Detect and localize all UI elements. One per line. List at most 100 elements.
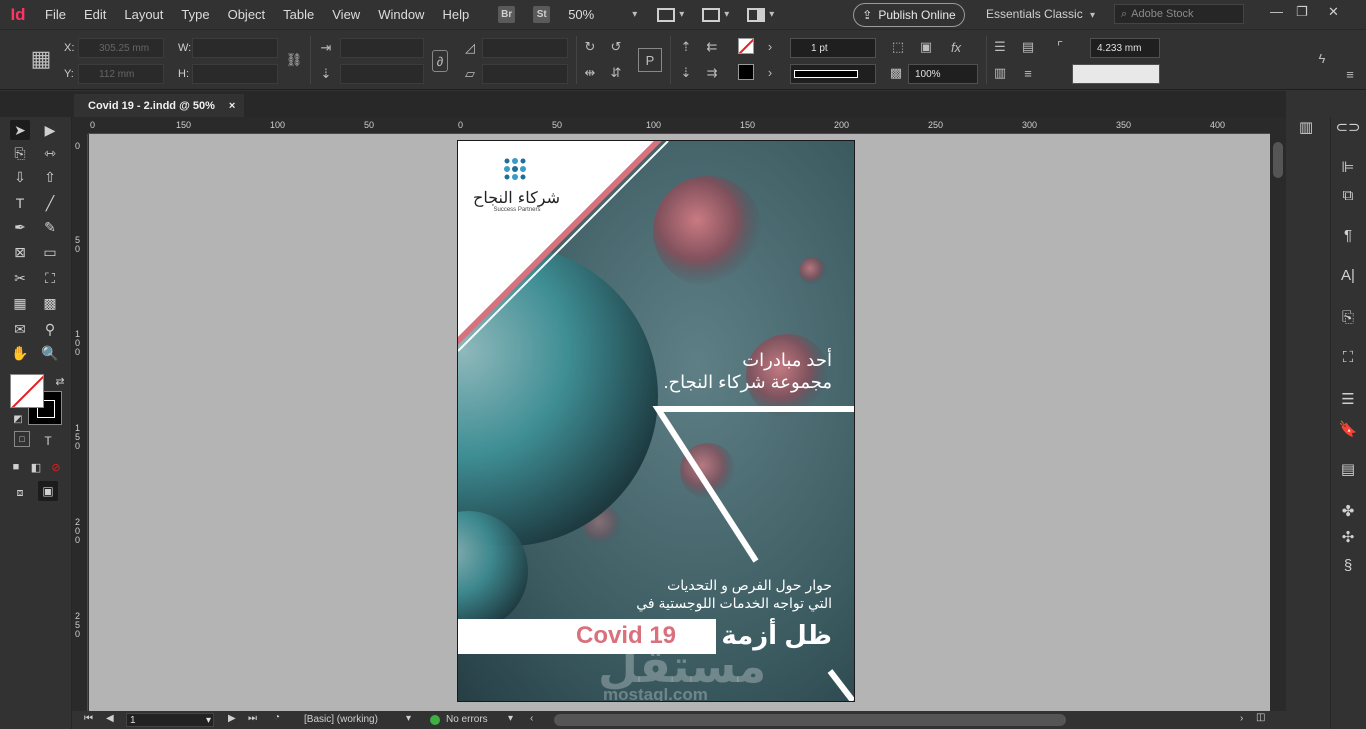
scale-y-icon[interactable]: ⇣ — [318, 66, 334, 82]
type-tool-icon[interactable]: T — [10, 193, 30, 213]
zoom-tool-icon[interactable]: 🔍 — [40, 343, 60, 363]
transform-icon[interactable]: ⛶ — [1338, 347, 1358, 367]
preflight-profile-label[interactable]: [Basic] (working) — [304, 714, 378, 725]
corner-options-icon[interactable]: ⌜ — [1052, 39, 1068, 55]
content-placer-icon[interactable]: ⇧ — [40, 167, 60, 187]
paragraph-icon[interactable]: ¶ — [1338, 225, 1358, 245]
constrain-proportions-icon[interactable]: ⛓ — [286, 52, 303, 68]
pen-tool-icon[interactable]: ✒ — [10, 217, 30, 237]
swap-fill-stroke-icon[interactable]: ⇄ — [50, 371, 70, 391]
menu-table[interactable]: Table — [274, 7, 323, 22]
layers-icon[interactable]: ▤ — [1338, 459, 1358, 479]
preview-mode-icon[interactable]: ▣ — [38, 481, 58, 501]
wrap-none-icon[interactable]: ☰ — [992, 39, 1008, 55]
zoom-level[interactable]: 50% — [568, 7, 628, 22]
scale-x-icon[interactable]: ⇥ — [318, 40, 334, 56]
gradient-feather-tool-icon[interactable]: ▩ — [40, 293, 60, 313]
apply-gradient-icon[interactable]: ◧ — [26, 457, 46, 477]
free-transform-tool-icon[interactable]: ⛶ — [40, 268, 60, 288]
x-field[interactable]: 305.25 mm — [78, 38, 164, 58]
menu-layout[interactable]: Layout — [115, 7, 172, 22]
last-page-icon[interactable]: ⏭ — [248, 713, 257, 724]
selection-tool-icon[interactable]: ➤ — [10, 120, 30, 140]
direct-selection-tool-icon[interactable]: ▶ — [40, 120, 60, 140]
constrain-scale-icon[interactable]: ∂ — [432, 50, 448, 72]
pencil-tool-icon[interactable]: ✎ — [40, 217, 60, 237]
chevron-down-icon[interactable]: ▾ — [724, 9, 729, 20]
scroll-left-icon[interactable]: ‹ — [530, 713, 533, 724]
preflight-status[interactable]: No errors — [446, 714, 488, 725]
rectangle-frame-tool-icon[interactable]: ⊠ — [10, 242, 30, 262]
effects-fx-icon[interactable]: fx — [948, 39, 964, 55]
fill-menu-icon[interactable]: › — [762, 38, 778, 54]
stroke-black-swatch-icon[interactable] — [738, 64, 754, 80]
document-page[interactable]: شركاء النجاح Success Partners أحد مبادرا… — [457, 140, 855, 702]
formatting-container-icon[interactable]: □ — [14, 431, 30, 447]
chevron-down-icon[interactable]: ▾ — [406, 713, 411, 724]
view-options-icon[interactable] — [657, 7, 676, 22]
scroll-right-icon[interactable]: › — [1240, 713, 1243, 724]
pasteboard[interactable]: شركاء النجاح Success Partners أحد مبادرا… — [89, 134, 1270, 711]
first-page-icon[interactable]: ⏮ — [84, 713, 93, 724]
eyedropper-tool-icon[interactable]: ⚲ — [40, 319, 60, 339]
rotate-angle-icon[interactable]: ◿ — [462, 40, 478, 56]
menu-edit[interactable]: Edit — [75, 7, 115, 22]
scissors-tool-icon[interactable]: ✂ — [10, 268, 30, 288]
publish-online-button[interactable]: ⇪ Publish Online — [853, 3, 965, 27]
stroke-menu-icon[interactable]: › — [762, 64, 778, 80]
rectangle-tool-icon[interactable]: ▭ — [40, 242, 60, 262]
minimize-icon[interactable]: — — [1270, 4, 1283, 19]
select-next-icon[interactable]: ⇉ — [704, 65, 720, 81]
open-page-icon[interactable]: ◔ — [274, 712, 280, 723]
stroke-weight-field[interactable]: 1 pt — [790, 38, 876, 58]
stroke-type-select[interactable] — [790, 64, 876, 84]
flip-vertical-icon[interactable]: ⇵ — [608, 65, 624, 81]
text-wrap-icon[interactable]: ☰ — [1338, 389, 1358, 409]
split-view-icon[interactable]: ◫ — [1256, 712, 1265, 723]
align-icon[interactable]: ⊫ — [1338, 157, 1358, 177]
object-style-select[interactable] — [1072, 64, 1160, 84]
line-tool-icon[interactable]: ╱ — [40, 193, 60, 213]
cc-libraries-icon[interactable]: ▥ — [1296, 117, 1316, 137]
reference-point-icon[interactable]: ▦ — [28, 44, 54, 74]
scale-y-field[interactable] — [340, 64, 424, 84]
adobe-stock-search[interactable]: ⌕ Adobe Stock — [1114, 4, 1244, 24]
default-fill-stroke-icon[interactable]: ◩ — [8, 409, 28, 429]
next-page-icon[interactable]: ▶ — [228, 713, 236, 724]
formatting-text-icon[interactable]: T — [38, 431, 58, 451]
stock-button[interactable]: St — [533, 6, 551, 23]
page-tool-icon[interactable]: ⎘ — [10, 143, 30, 163]
screen-mode-icon[interactable] — [702, 7, 721, 22]
y-field[interactable]: 112 mm — [78, 64, 164, 84]
workspace-switcher[interactable]: Essentials Classic ▾ — [986, 7, 1095, 21]
wrap-jump-icon[interactable]: ≡ — [1020, 65, 1036, 81]
close-window-icon[interactable]: ✕ — [1328, 4, 1339, 20]
shear-angle-icon[interactable]: ▱ — [462, 66, 478, 82]
drop-shadow-icon[interactable]: ▣ — [918, 39, 934, 55]
close-icon[interactable]: × — [229, 100, 235, 112]
gradient-swatch-tool-icon[interactable]: ▦ — [10, 293, 30, 313]
apply-none-icon[interactable]: ⊘ — [46, 457, 66, 477]
menu-help[interactable]: Help — [433, 7, 478, 22]
swatches-icon[interactable]: ✣ — [1338, 527, 1358, 547]
stroke-panel-icon[interactable]: ✤ — [1338, 501, 1358, 521]
restore-icon[interactable]: ❐ — [1296, 4, 1308, 20]
lightning-icon[interactable]: ϟ — [1314, 50, 1330, 66]
menu-type[interactable]: Type — [172, 7, 218, 22]
links-icon[interactable]: ⊂⊃ — [1335, 117, 1360, 137]
gap-tool-icon[interactable]: ⇿ — [40, 143, 60, 163]
content-collector-icon[interactable]: ⇩ — [10, 167, 30, 187]
character-icon[interactable]: A| — [1338, 265, 1358, 285]
vertical-scrollbar[interactable] — [1270, 117, 1286, 711]
character-styles-icon[interactable]: ⎘ — [1338, 307, 1358, 327]
horizontal-scroll-thumb[interactable] — [554, 714, 1066, 726]
chevron-down-icon[interactable]: ▾ — [508, 713, 513, 724]
scale-x-field[interactable] — [340, 38, 424, 58]
wrap-bounding-box-icon[interactable]: ▤ — [1020, 39, 1036, 55]
menu-window[interactable]: Window — [369, 7, 433, 22]
h-field[interactable] — [192, 64, 278, 84]
rotate-field[interactable] — [482, 38, 568, 58]
chevron-down-icon[interactable]: ▾ — [679, 9, 684, 20]
bridge-button[interactable]: Br — [498, 6, 516, 23]
menu-view[interactable]: View — [323, 7, 369, 22]
